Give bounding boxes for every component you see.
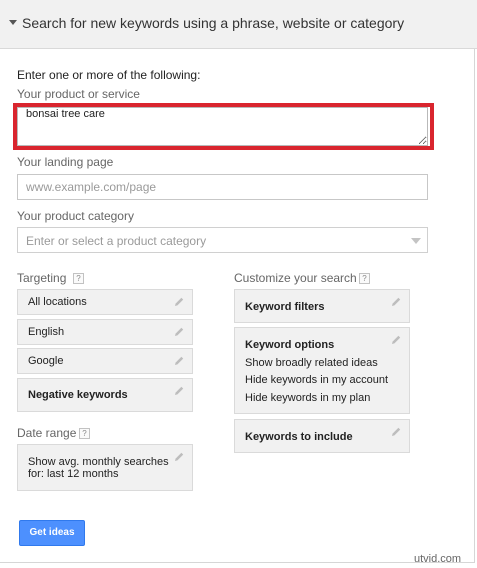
keyword-option-line: Hide keywords in my plan — [245, 392, 371, 404]
negative-keywords-card[interactable]: Negative keywords — [17, 378, 193, 412]
form-intro: Enter one or more of the following: — [17, 68, 201, 82]
section-title: Search for new keywords using a phrase, … — [22, 15, 405, 31]
edit-pencil-icon[interactable] — [173, 451, 185, 463]
targeting-help-icon[interactable]: ? — [73, 273, 84, 284]
targeting-language-card[interactable]: English — [17, 319, 193, 345]
customize-label: Customize your search — [234, 271, 357, 285]
edit-pencil-icon[interactable] — [173, 326, 185, 338]
section-header[interactable]: Search for new keywords using a phrase, … — [0, 0, 477, 49]
date-range-line2: for: last 12 months — [28, 468, 119, 480]
collapse-triangle-icon[interactable] — [9, 20, 17, 25]
landing-page-input[interactable] — [17, 174, 428, 200]
language-text: English — [28, 326, 65, 338]
negative-keywords-text: Negative keywords — [28, 389, 128, 401]
date-range-card[interactable]: Show avg. monthly searches for: last 12 … — [17, 444, 193, 491]
date-range-line1: Show avg. monthly searches — [28, 456, 169, 468]
targeting-label: Targeting — [17, 271, 67, 285]
targeting-network-card[interactable]: Google — [17, 348, 193, 374]
product-input[interactable] — [17, 107, 428, 146]
panel-right-border — [474, 49, 475, 563]
keywords-to-include-card[interactable]: Keywords to include — [234, 419, 410, 453]
keywords-to-include-text: Keywords to include — [245, 431, 353, 443]
product-label: Your product or service — [17, 87, 140, 101]
landing-label: Your landing page — [17, 155, 114, 169]
keyword-options-card[interactable]: Keyword options Show broadly related ide… — [234, 327, 410, 414]
category-select[interactable]: Enter or select a product category — [17, 227, 428, 253]
keyword-option-line: Show broadly related ideas — [245, 357, 378, 369]
targeting-locations-card[interactable]: All locations — [17, 289, 193, 315]
date-range-label: Date range — [17, 426, 77, 440]
keyword-filters-text: Keyword filters — [245, 301, 325, 313]
edit-pencil-icon[interactable] — [173, 355, 185, 367]
panel-bottom-border — [0, 562, 475, 563]
customize-help-icon[interactable]: ? — [359, 273, 370, 284]
edit-pencil-icon[interactable] — [390, 426, 402, 438]
get-ideas-button[interactable]: Get ideas — [19, 520, 85, 546]
edit-pencil-icon[interactable] — [173, 385, 185, 397]
watermark: utvid.com — [414, 553, 462, 565]
edit-pencil-icon[interactable] — [390, 296, 402, 308]
network-text: Google — [28, 355, 64, 367]
dropdown-caret-icon[interactable] — [411, 238, 421, 244]
date-range-help-icon[interactable]: ? — [79, 428, 90, 439]
category-placeholder: Enter or select a product category — [26, 234, 207, 248]
edit-pencil-icon[interactable] — [173, 296, 185, 308]
category-label: Your product category — [17, 209, 134, 223]
keyword-options-title: Keyword options — [245, 339, 335, 351]
edit-pencil-icon[interactable] — [390, 334, 402, 346]
keyword-filters-card[interactable]: Keyword filters — [234, 289, 410, 323]
keyword-option-line: Hide keywords in my account — [245, 374, 389, 386]
locations-text: All locations — [28, 296, 87, 308]
